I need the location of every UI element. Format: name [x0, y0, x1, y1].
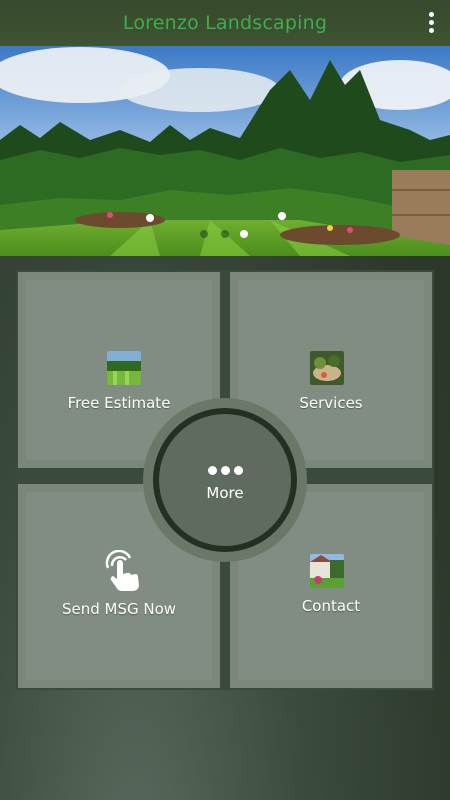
house-thumbnail-icon — [310, 554, 344, 588]
more-button[interactable]: More — [159, 414, 291, 546]
app-header: Lorenzo Landscaping — [0, 0, 450, 46]
three-dots-icon — [159, 460, 291, 479]
garden-thumbnail-icon — [310, 351, 344, 385]
more-vertical-icon[interactable] — [426, 12, 436, 34]
app-title: Lorenzo Landscaping — [122, 12, 328, 34]
more-label: More — [206, 484, 244, 502]
lawn-thumbnail-icon — [107, 351, 141, 385]
carousel-dot-2[interactable] — [221, 230, 229, 238]
tap-hand-icon — [104, 550, 144, 592]
contact-label: Contact — [301, 597, 361, 615]
send-msg-label: Send MSG Now — [61, 600, 177, 618]
carousel-dot-3[interactable] — [240, 230, 248, 238]
banner-image[interactable] — [0, 30, 450, 256]
carousel-dot-1[interactable] — [200, 230, 208, 238]
